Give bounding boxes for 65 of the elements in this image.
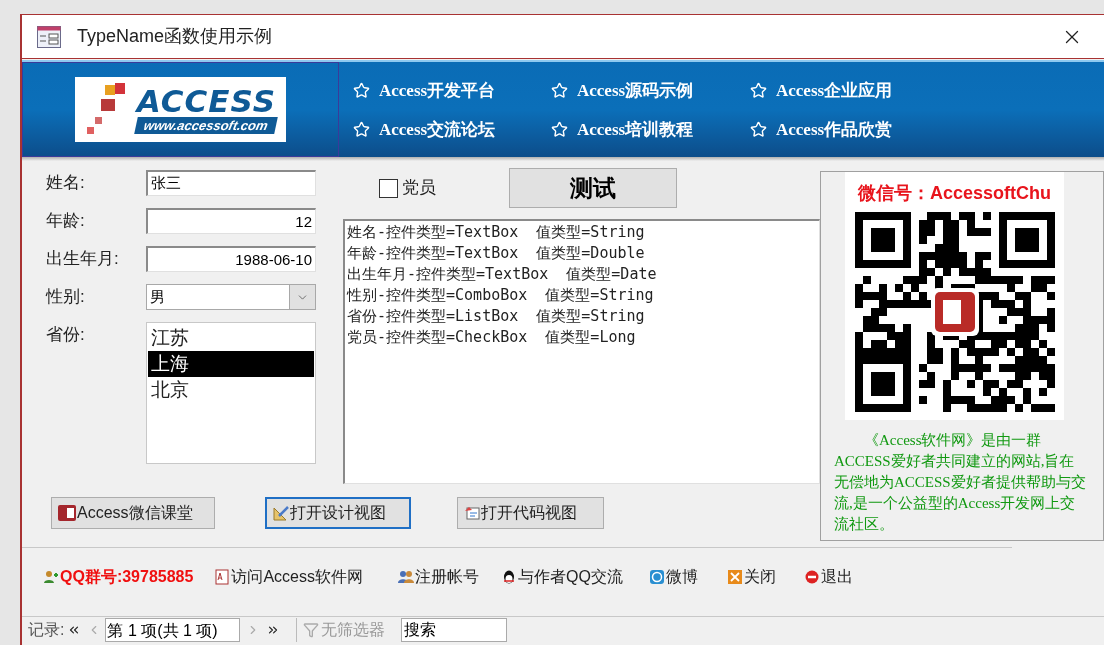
field-label: 出生年月: <box>46 248 120 270</box>
field-label: 姓名: <box>46 172 86 194</box>
dropdown-value: 男 <box>149 286 166 307</box>
logo-url: www.accessoft.com <box>134 117 278 134</box>
nav-link[interactable]: Access开发平台 <box>353 76 551 105</box>
star-icon <box>750 121 767 138</box>
footer-link[interactable]: QQ群号:39785885 <box>43 565 194 589</box>
list-item[interactable]: 上海 <box>148 351 314 377</box>
field-label: 年龄: <box>46 210 86 232</box>
record-position-field[interactable]: 第 1 项(共 1 项) <box>105 617 241 642</box>
document-icon <box>214 569 231 585</box>
logo-title: ACCESS <box>136 85 276 117</box>
nav-link[interactable]: Access源码示例 <box>551 76 750 105</box>
footer-link[interactable]: 关闭 <box>726 565 776 589</box>
output-line: 出生年月-控件类型=TextBox 值类型=Date <box>347 264 658 285</box>
code-window-icon <box>464 505 480 521</box>
output-line: 年龄-控件类型=TextBox 值类型=Double <box>347 243 646 264</box>
users-icon <box>398 569 414 585</box>
list-item[interactable]: 北京 <box>148 377 314 403</box>
user-plus-icon <box>43 569 59 585</box>
filter-icon <box>303 621 320 638</box>
dropdown-field[interactable]: 男 <box>146 284 316 310</box>
promo-description: 《Access软件网》是由一群ACCESS爱好者共同建立的网站,旨在无偿地为ACCESS爱好者提供帮助与交流,是一个公益型的Access开发网上交流社区。 <box>833 431 1087 534</box>
footer-link[interactable]: 微博 <box>648 565 698 589</box>
checkbox[interactable]: 党员 <box>379 175 436 201</box>
nav-link[interactable]: Access交流论坛 <box>353 115 551 144</box>
star-icon <box>750 82 767 99</box>
output-line: 姓名-控件类型=TextBox 值类型=String <box>347 222 646 243</box>
star-icon <box>551 121 568 138</box>
field-label: 省份: <box>46 324 86 346</box>
action-button[interactable]: Access微信课堂 <box>51 497 215 529</box>
penguin-icon <box>501 569 517 585</box>
footer-link[interactable]: 与作者QQ交流 <box>501 565 623 589</box>
list-box[interactable]: 江苏 上海 北京 <box>146 322 316 464</box>
window-title: TypeName函数使用示例 <box>77 25 273 48</box>
star-icon <box>353 121 370 138</box>
action-button[interactable]: 打开设计视图 <box>265 497 411 529</box>
output-line: 党员-控件类型=CheckBox 值类型=Long <box>347 327 637 348</box>
nav-link[interactable]: Access企业应用 <box>750 76 950 105</box>
star-icon <box>353 82 370 99</box>
search-field[interactable]: 搜索 <box>401 617 508 642</box>
input-field[interactable]: 张三 <box>146 170 316 196</box>
record-label: 记录: <box>28 619 65 640</box>
nav-link[interactable]: Access培训教程 <box>551 115 750 144</box>
wechat-id: 微信号：AccessoftChu <box>858 182 1051 204</box>
ruler-pencil-icon <box>273 505 289 521</box>
action-button[interactable]: 打开代码视图 <box>457 497 604 529</box>
field-label: 性别: <box>46 286 86 308</box>
footer-link[interactable]: 访问Access软件网 <box>214 565 363 589</box>
test-button[interactable]: 测试 <box>509 168 677 208</box>
footer-link[interactable]: 注册帐号 <box>398 565 479 589</box>
input-field[interactable]: 1988-06-10 <box>146 246 316 272</box>
no-entry-icon <box>803 569 820 585</box>
output-line: 性别-控件类型=ComboBox 值类型=String <box>347 285 655 306</box>
star-icon <box>551 82 568 99</box>
form-icon <box>37 25 61 48</box>
list-item[interactable]: 江苏 <box>148 325 314 351</box>
app-icon <box>58 505 76 521</box>
close-icon <box>726 569 743 585</box>
input-field[interactable]: 12 <box>146 208 316 234</box>
squares-drawing <box>85 83 125 135</box>
output-line: 省份-控件类型=ListBox 值类型=String <box>347 306 646 327</box>
footer-link[interactable]: 退出 <box>803 565 853 589</box>
nav-link[interactable]: Access作品欣赏 <box>750 115 950 144</box>
checkbox-box[interactable] <box>379 178 398 198</box>
